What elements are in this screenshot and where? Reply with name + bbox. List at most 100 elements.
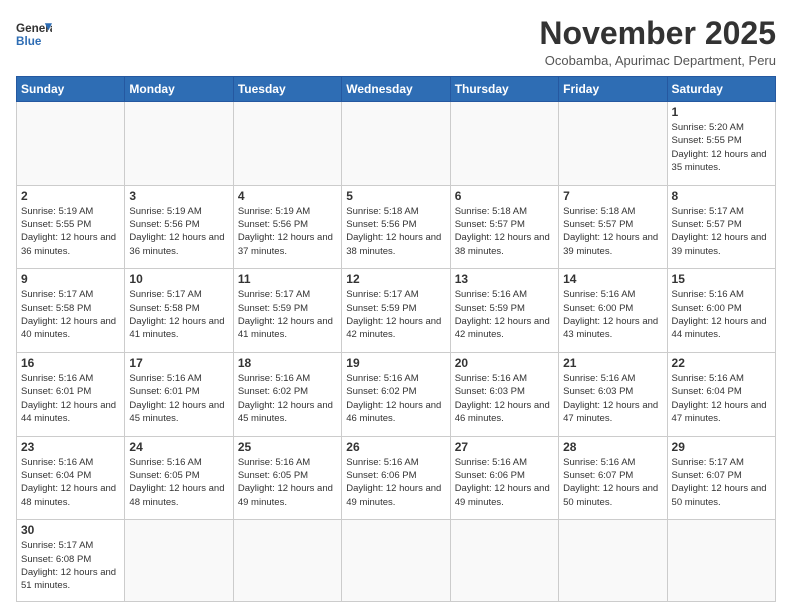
day-number: 18 [238, 356, 337, 370]
location-subtitle: Ocobamba, Apurimac Department, Peru [539, 53, 776, 68]
calendar-header-row: Sunday Monday Tuesday Wednesday Thursday… [17, 77, 776, 102]
col-friday: Friday [559, 77, 667, 102]
day-info: Sunrise: 5:16 AM Sunset: 6:07 PM Dayligh… [563, 456, 662, 509]
day-info: Sunrise: 5:17 AM Sunset: 5:57 PM Dayligh… [672, 205, 771, 258]
table-row: 7 Sunrise: 5:18 AM Sunset: 5:57 PM Daylig… [559, 185, 667, 269]
day-number: 24 [129, 440, 228, 454]
table-row: 11Sunrise: 5:17 AM Sunset: 5:59 PM Dayli… [233, 269, 341, 353]
day-number: 23 [21, 440, 120, 454]
table-row: 20Sunrise: 5:16 AM Sunset: 6:03 PM Dayli… [450, 353, 558, 437]
day-info: Sunrise: 5:16 AM Sunset: 6:01 PM Dayligh… [21, 372, 120, 425]
table-row [559, 520, 667, 602]
table-row: 24Sunrise: 5:16 AM Sunset: 6:05 PM Dayli… [125, 436, 233, 520]
day-info: Sunrise: 5:16 AM Sunset: 6:06 PM Dayligh… [346, 456, 445, 509]
table-row [125, 520, 233, 602]
day-info: Sunrise: 5:16 AM Sunset: 6:00 PM Dayligh… [563, 288, 662, 341]
day-info: Sunrise: 5:17 AM Sunset: 6:07 PM Dayligh… [672, 456, 771, 509]
table-row: 21 Sunrise: 5:16 AM Sunset: 6:03 PM Dayli… [559, 353, 667, 437]
day-info: Sunrise: 5:17 AM Sunset: 5:58 PM Dayligh… [21, 288, 120, 341]
table-row [17, 102, 125, 186]
day-info: Sunrise: 5:16 AM Sunset: 6:04 PM Dayligh… [21, 456, 120, 509]
day-info: Sunrise: 5:17 AM Sunset: 5:59 PM Dayligh… [346, 288, 445, 341]
day-info: Sunrise: 5:18 AM Sunset: 5:57 PM Dayligh… [563, 205, 662, 258]
table-row: 17Sunrise: 5:16 AM Sunset: 6:01 PM Dayli… [125, 353, 233, 437]
table-row: 13Sunrise: 5:16 AM Sunset: 5:59 PM Dayli… [450, 269, 558, 353]
day-number: 30 [21, 523, 120, 537]
calendar-week-row: 2Sunrise: 5:19 AM Sunset: 5:55 PM Daylig… [17, 185, 776, 269]
day-number: 29 [672, 440, 771, 454]
day-number: 15 [672, 272, 771, 286]
day-number: 20 [455, 356, 554, 370]
col-saturday: Saturday [667, 77, 775, 102]
day-number: 5 [346, 189, 445, 203]
generalblue-logo-icon: General Blue [16, 16, 52, 52]
table-row: 23 Sunrise: 5:16 AM Sunset: 6:04 PM Dayli… [17, 436, 125, 520]
day-info: Sunrise: 5:16 AM Sunset: 6:03 PM Dayligh… [563, 372, 662, 425]
table-row: 28Sunrise: 5:16 AM Sunset: 6:07 PM Dayli… [559, 436, 667, 520]
table-row [233, 102, 341, 186]
table-row: 25Sunrise: 5:16 AM Sunset: 6:05 PM Dayli… [233, 436, 341, 520]
day-info: Sunrise: 5:16 AM Sunset: 6:05 PM Dayligh… [238, 456, 337, 509]
table-row: 18 Sunrise: 5:16 AM Sunset: 6:02 PM Dayli… [233, 353, 341, 437]
table-row: 12 Sunrise: 5:17 AM Sunset: 5:59 PM Dayli… [342, 269, 450, 353]
table-row [125, 102, 233, 186]
table-row [559, 102, 667, 186]
page: General Blue November 2025 Ocobamba, Apu… [0, 0, 792, 612]
day-number: 21 [563, 356, 662, 370]
calendar-table: Sunday Monday Tuesday Wednesday Thursday… [16, 76, 776, 602]
table-row: 4 Sunrise: 5:19 AM Sunset: 5:56 PM Daylig… [233, 185, 341, 269]
table-row: 8 Sunrise: 5:17 AM Sunset: 5:57 PM Daylig… [667, 185, 775, 269]
table-row: 19 Sunrise: 5:16 AM Sunset: 6:02 PM Dayli… [342, 353, 450, 437]
title-block: November 2025 Ocobamba, Apurimac Departm… [539, 16, 776, 68]
day-number: 10 [129, 272, 228, 286]
table-row: 5 Sunrise: 5:18 AM Sunset: 5:56 PM Daylig… [342, 185, 450, 269]
table-row: 22Sunrise: 5:16 AM Sunset: 6:04 PM Dayli… [667, 353, 775, 437]
month-title: November 2025 [539, 16, 776, 51]
table-row: 30 Sunrise: 5:17 AM Sunset: 6:08 PM Dayli… [17, 520, 125, 602]
calendar-week-row: 23 Sunrise: 5:16 AM Sunset: 6:04 PM Dayli… [17, 436, 776, 520]
day-info: Sunrise: 5:17 AM Sunset: 5:58 PM Dayligh… [129, 288, 228, 341]
day-number: 8 [672, 189, 771, 203]
table-row [667, 520, 775, 602]
day-info: Sunrise: 5:16 AM Sunset: 6:02 PM Dayligh… [346, 372, 445, 425]
day-number: 14 [563, 272, 662, 286]
col-sunday: Sunday [17, 77, 125, 102]
day-number: 19 [346, 356, 445, 370]
table-row [233, 520, 341, 602]
day-number: 7 [563, 189, 662, 203]
table-row: 3 Sunrise: 5:19 AM Sunset: 5:56 PM Daylig… [125, 185, 233, 269]
day-info: Sunrise: 5:16 AM Sunset: 6:00 PM Dayligh… [672, 288, 771, 341]
header: General Blue November 2025 Ocobamba, Apu… [16, 16, 776, 68]
day-info: Sunrise: 5:17 AM Sunset: 6:08 PM Dayligh… [21, 539, 120, 592]
day-number: 4 [238, 189, 337, 203]
table-row: 27Sunrise: 5:16 AM Sunset: 6:06 PM Dayli… [450, 436, 558, 520]
day-info: Sunrise: 5:16 AM Sunset: 6:02 PM Dayligh… [238, 372, 337, 425]
day-info: Sunrise: 5:18 AM Sunset: 5:56 PM Dayligh… [346, 205, 445, 258]
day-number: 6 [455, 189, 554, 203]
day-number: 11 [238, 272, 337, 286]
day-info: Sunrise: 5:16 AM Sunset: 6:04 PM Dayligh… [672, 372, 771, 425]
table-row: 26Sunrise: 5:16 AM Sunset: 6:06 PM Dayli… [342, 436, 450, 520]
day-info: Sunrise: 5:16 AM Sunset: 5:59 PM Dayligh… [455, 288, 554, 341]
col-thursday: Thursday [450, 77, 558, 102]
day-info: Sunrise: 5:19 AM Sunset: 5:56 PM Dayligh… [129, 205, 228, 258]
table-row: 15 Sunrise: 5:16 AM Sunset: 6:00 PM Dayli… [667, 269, 775, 353]
table-row: 6 Sunrise: 5:18 AM Sunset: 5:57 PM Daylig… [450, 185, 558, 269]
day-info: Sunrise: 5:19 AM Sunset: 5:56 PM Dayligh… [238, 205, 337, 258]
svg-text:Blue: Blue [16, 35, 42, 48]
calendar-week-row: 16 Sunrise: 5:16 AM Sunset: 6:01 PM Dayli… [17, 353, 776, 437]
day-number: 27 [455, 440, 554, 454]
table-row: 1Sunrise: 5:20 AM Sunset: 5:55 PM Daylig… [667, 102, 775, 186]
day-number: 3 [129, 189, 228, 203]
table-row [342, 520, 450, 602]
calendar-week-row: 30 Sunrise: 5:17 AM Sunset: 6:08 PM Dayli… [17, 520, 776, 602]
day-info: Sunrise: 5:18 AM Sunset: 5:57 PM Dayligh… [455, 205, 554, 258]
col-monday: Monday [125, 77, 233, 102]
day-number: 2 [21, 189, 120, 203]
day-number: 16 [21, 356, 120, 370]
table-row [450, 102, 558, 186]
day-number: 12 [346, 272, 445, 286]
table-row: 2Sunrise: 5:19 AM Sunset: 5:55 PM Daylig… [17, 185, 125, 269]
table-row: 29 Sunrise: 5:17 AM Sunset: 6:07 PM Dayli… [667, 436, 775, 520]
table-row: 16 Sunrise: 5:16 AM Sunset: 6:01 PM Dayli… [17, 353, 125, 437]
